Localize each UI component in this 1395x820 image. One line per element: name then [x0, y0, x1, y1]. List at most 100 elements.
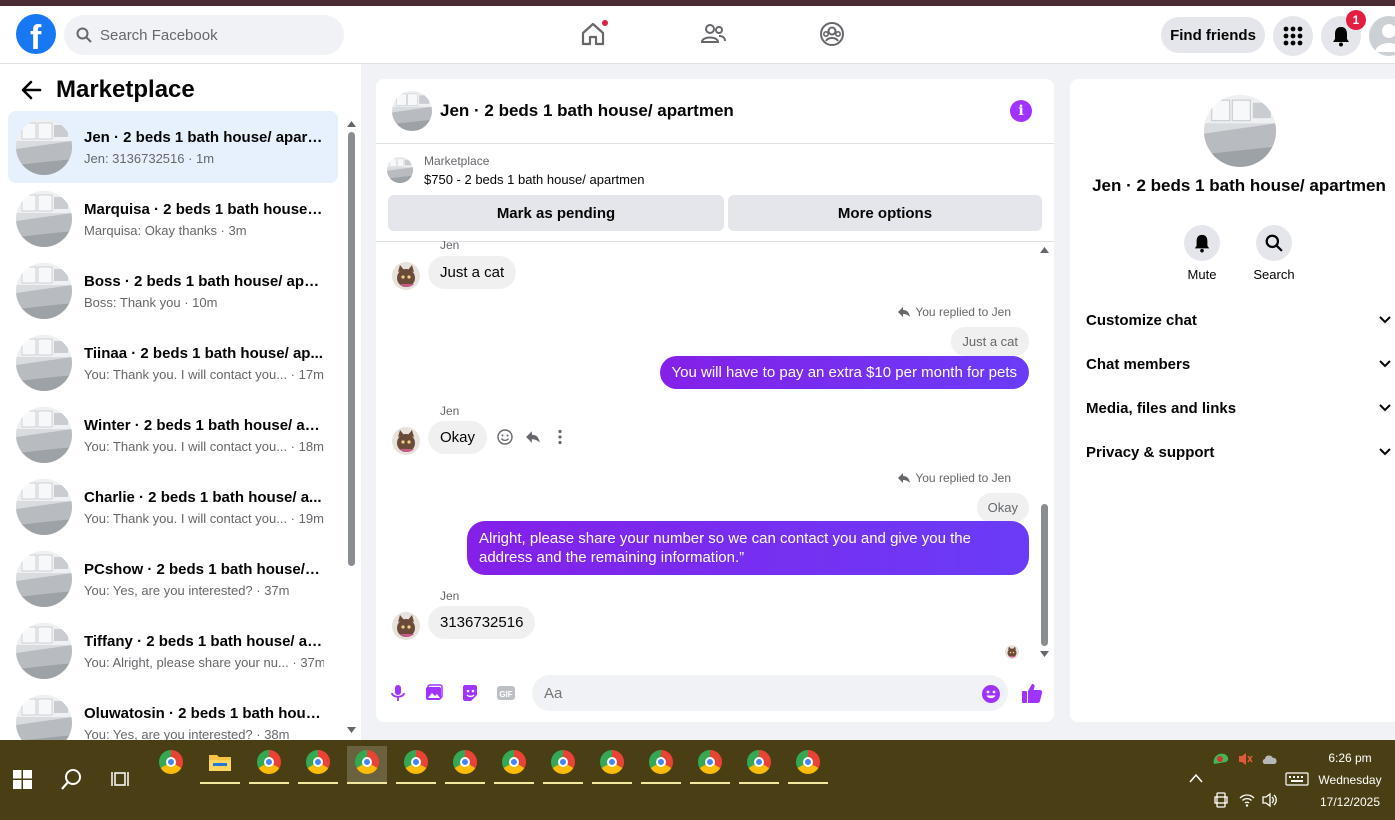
conversation-preview: Jen: 3136732516 · 1m — [84, 150, 215, 166]
message-composer: GIF — [376, 671, 1054, 715]
taskbar-search-icon[interactable] — [61, 768, 83, 790]
customize-chat-section[interactable]: Customize chat — [1086, 308, 1391, 332]
microphone-icon[interactable] — [388, 683, 408, 703]
file-explorer-taskbar-icon[interactable] — [200, 746, 240, 784]
chrome-taskbar-icon[interactable] — [151, 746, 191, 784]
chrome-taskbar-icon[interactable] — [592, 746, 632, 784]
conversation-avatar — [16, 119, 72, 175]
groups-icon[interactable] — [818, 20, 846, 48]
marketplace-title: Marketplace — [56, 76, 195, 103]
sender-name: Jen — [440, 404, 460, 418]
message-input-box[interactable] — [532, 675, 1008, 711]
clock-time[interactable]: 6:26 pm — [1305, 751, 1395, 765]
conversation-item[interactable]: Boss · 2 beds 1 bath house/ apar... Boss:… — [8, 255, 338, 327]
media-files-links-section[interactable]: Media, files and links — [1086, 396, 1391, 420]
more-actions-icon[interactable] — [558, 429, 562, 445]
conversation-item[interactable]: Winter · 2 beds 1 bath house/ ap... You: … — [8, 399, 338, 471]
conversation-name: Oluwatosin · 2 beds 1 bath hous... — [84, 704, 324, 722]
sidebar-scrollbar[interactable] — [346, 120, 356, 735]
grid-menu-icon — [1283, 26, 1303, 46]
listing-avatar-large[interactable] — [1204, 95, 1276, 167]
account-avatar[interactable] — [1369, 16, 1395, 56]
seen-avatar — [1005, 645, 1019, 659]
scroll-down-icon[interactable] — [1040, 650, 1049, 658]
mute-action[interactable]: Mute — [1172, 225, 1232, 282]
more-options-button[interactable]: More options — [728, 195, 1042, 231]
jen-avatar[interactable] — [392, 612, 420, 640]
chrome-taskbar-icon[interactable] — [298, 746, 338, 784]
conversation-item[interactable]: PCshow · 2 beds 1 bath house/ a... You: Y… — [8, 543, 338, 615]
outgoing-message[interactable]: Alright, please share your number so we … — [467, 521, 1029, 575]
search-input[interactable] — [100, 26, 320, 44]
privacy-support-section[interactable]: Privacy & support — [1086, 440, 1391, 464]
task-view-icon[interactable] — [111, 770, 129, 788]
sticker-icon[interactable] — [460, 683, 480, 703]
jen-avatar[interactable] — [392, 427, 420, 455]
search-action[interactable]: Search — [1244, 225, 1304, 282]
clock-date[interactable]: 17/12/2025 — [1305, 795, 1395, 809]
device-icon[interactable] — [1214, 792, 1228, 808]
conversation-item[interactable]: Jen · 2 beds 1 bath house/ apart... Jen: … — [8, 111, 338, 183]
find-friends-button[interactable]: Find friends — [1161, 17, 1265, 53]
conversation-item[interactable]: Marquisa · 2 beds 1 bath house/ ... Marqu… — [8, 183, 338, 255]
wifi-icon[interactable] — [1239, 793, 1255, 807]
reply-icon[interactable] — [525, 430, 541, 444]
chat-scroll-thumb[interactable] — [1041, 504, 1048, 646]
conversation-name: Tiinaa · 2 beds 1 bath house/ ap... — [84, 344, 323, 362]
incoming-message[interactable]: 3136732516 — [428, 606, 536, 639]
thumbs-up-icon[interactable] — [1021, 682, 1043, 704]
back-arrow-icon[interactable] — [20, 79, 42, 101]
facebook-logo-icon[interactable]: f — [16, 14, 56, 57]
chat-listing-avatar[interactable] — [392, 91, 432, 131]
scroll-down-icon[interactable] — [347, 726, 356, 734]
quoted-message[interactable]: Just a cat — [951, 327, 1029, 356]
chrome-taskbar-icon[interactable] — [249, 746, 289, 784]
listing-price-title[interactable]: $750 - 2 beds 1 bath house/ apartmen — [424, 172, 644, 187]
react-emoji-icon[interactable] — [497, 429, 513, 445]
speaker-muted-icon[interactable] — [1237, 751, 1253, 767]
jen-avatar[interactable] — [392, 262, 420, 290]
chat-header: Jen · 2 beds 1 bath house/ apartmen i — [376, 79, 1054, 144]
search-box[interactable] — [64, 15, 344, 55]
chat-scrollbar[interactable] — [1039, 244, 1049, 659]
emoji-icon[interactable] — [981, 684, 1001, 704]
photo-icon[interactable] — [424, 683, 444, 703]
listing-thumbnail[interactable] — [387, 157, 413, 183]
volume-icon[interactable] — [1261, 792, 1279, 808]
conversation-item[interactable]: Charlie · 2 beds 1 bath house/ a... You: … — [8, 471, 338, 543]
conversation-item[interactable]: Tiffany · 2 beds 1 bath house/ ap... You:… — [8, 615, 338, 687]
chrome-taskbar-icon[interactable] — [690, 746, 730, 784]
quoted-message[interactable]: Okay — [976, 493, 1029, 522]
conversation-item[interactable]: Tiinaa · 2 beds 1 bath house/ ap... You: … — [8, 327, 338, 399]
menu-button[interactable] — [1273, 16, 1313, 56]
message-input[interactable] — [544, 684, 964, 702]
show-hidden-icons-chevron-icon[interactable] — [1189, 773, 1203, 783]
gif-icon[interactable]: GIF — [496, 683, 516, 703]
scroll-up-icon[interactable] — [347, 120, 356, 128]
search-icon — [76, 27, 92, 43]
incoming-message[interactable]: Just a cat — [428, 256, 517, 289]
friends-icon[interactable] — [699, 20, 727, 48]
cloud-icon[interactable] — [1261, 753, 1279, 765]
clock-day[interactable]: Wednesday — [1305, 773, 1395, 787]
mark-as-pending-button[interactable]: Mark as pending — [388, 195, 724, 231]
chrome-taskbar-icon[interactable] — [739, 746, 779, 784]
conversation-name: Tiffany · 2 beds 1 bath house/ ap... — [84, 632, 324, 650]
chrome-taskbar-icon[interactable] — [494, 746, 534, 784]
chrome-taskbar-icon[interactable] — [788, 746, 828, 784]
scroll-up-icon[interactable] — [1040, 246, 1049, 254]
chat-window: Jen · 2 beds 1 bath house/ apartmen i Ma… — [376, 79, 1054, 722]
incoming-message[interactable]: Okay — [428, 421, 488, 454]
color-app-tray-icon[interactable] — [1212, 752, 1230, 766]
chat-members-section[interactable]: Chat members — [1086, 352, 1391, 376]
chrome-taskbar-icon[interactable] — [543, 746, 583, 784]
sidebar-scroll-thumb[interactable] — [348, 132, 355, 566]
chat-title[interactable]: Jen · 2 beds 1 bath house/ apartmen — [440, 101, 734, 121]
windows-start-icon[interactable] — [13, 770, 32, 789]
outgoing-message[interactable]: You will have to pay an extra $10 per mo… — [659, 356, 1029, 389]
chrome-taskbar-icon[interactable] — [347, 746, 387, 784]
info-icon[interactable]: i — [1010, 100, 1032, 122]
chrome-taskbar-icon[interactable] — [641, 746, 681, 784]
chrome-taskbar-icon[interactable] — [445, 746, 485, 784]
chrome-taskbar-icon[interactable] — [396, 746, 436, 784]
